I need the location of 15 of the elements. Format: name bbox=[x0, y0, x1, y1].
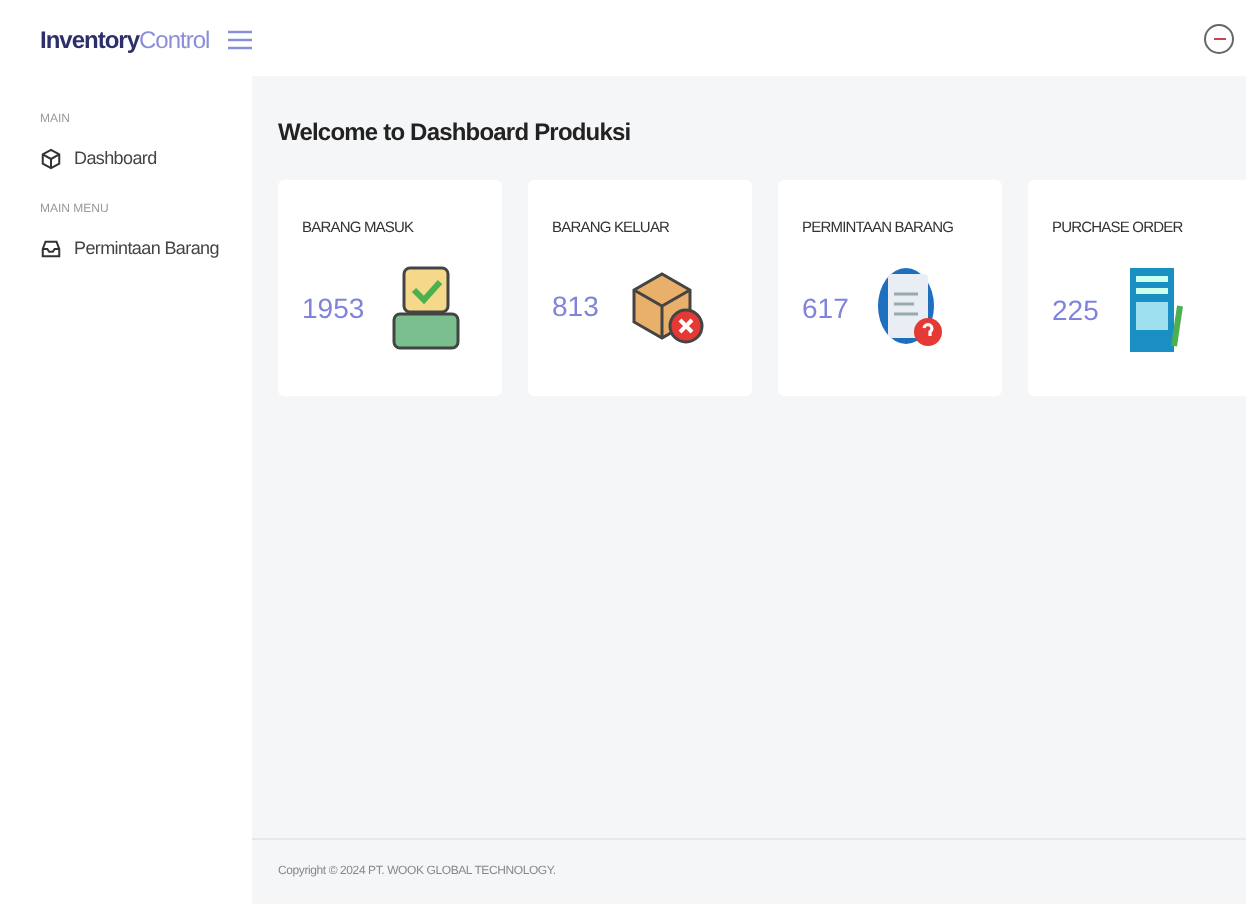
card-value: 1953 bbox=[302, 289, 365, 328]
menu-icon[interactable] bbox=[227, 30, 252, 50]
card-value: 617 bbox=[802, 289, 849, 328]
card-value: 225 bbox=[1052, 291, 1099, 330]
form-icon bbox=[1126, 266, 1187, 355]
inbox-icon bbox=[40, 237, 62, 260]
user-avatar[interactable] bbox=[1204, 23, 1234, 53]
page-title: Welcome to Dashboard Produksi bbox=[278, 116, 633, 150]
stock-box-icon bbox=[392, 266, 461, 351]
brand-logo[interactable]: InventoryControl bbox=[40, 22, 210, 58]
card-value: 813 bbox=[552, 287, 599, 326]
nav-link[interactable]: Dashboard bbox=[40, 146, 252, 173]
nav-link[interactable]: Permintaan Barang bbox=[40, 235, 252, 262]
cube-icon bbox=[40, 148, 62, 171]
document-question-icon bbox=[876, 266, 945, 351]
